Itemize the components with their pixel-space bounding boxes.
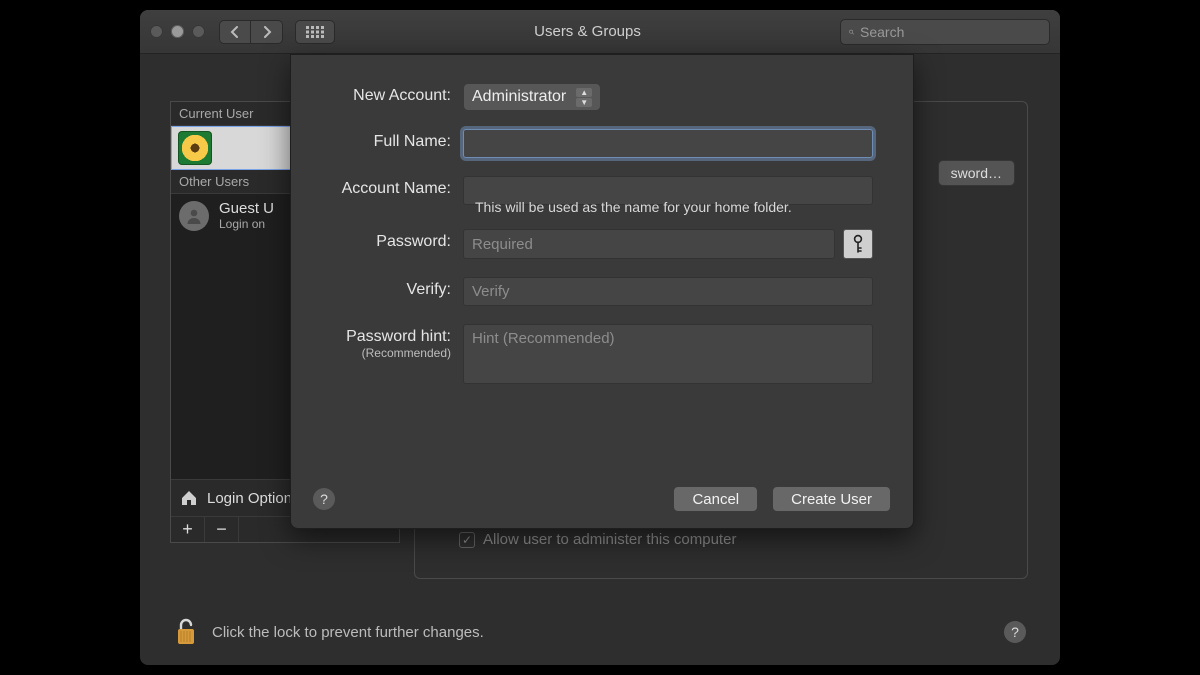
window-title: Users & Groups <box>343 23 832 40</box>
preferences-window: Users & Groups sword… ✓ Allow user to ad… <box>140 10 1060 665</box>
new-account-sheet: New Account: Administrator ▲▼ Full Name: <box>290 54 914 529</box>
back-button[interactable] <box>219 20 251 44</box>
show-all-button[interactable] <box>295 20 335 44</box>
key-icon <box>851 234 865 254</box>
minimize-window-button[interactable] <box>171 25 184 38</box>
remove-user-button[interactable]: − <box>205 517 239 542</box>
close-window-button[interactable] <box>150 25 163 38</box>
verify-label: Verify: <box>313 277 463 299</box>
verify-input[interactable] <box>463 277 873 306</box>
admin-checkbox[interactable]: ✓ <box>459 532 475 548</box>
window-controls <box>150 25 205 38</box>
lock-icon[interactable] <box>174 617 198 647</box>
change-password-button[interactable]: sword… <box>938 160 1015 186</box>
user-avatar-icon <box>178 131 212 165</box>
titlebar: Users & Groups <box>140 10 1060 54</box>
full-name-label: Full Name: <box>313 129 463 151</box>
account-type-value: Administrator <box>472 88 566 106</box>
create-user-button[interactable]: Create User <box>772 486 891 512</box>
chevron-right-icon <box>262 26 272 38</box>
admin-checkbox-label: Allow user to administer this computer <box>483 531 736 548</box>
chevron-left-icon <box>230 26 240 38</box>
search-input[interactable] <box>860 24 1041 40</box>
add-user-button[interactable]: + <box>171 517 205 542</box>
grid-icon <box>306 26 324 38</box>
help-button[interactable]: ? <box>1004 621 1026 643</box>
cancel-button[interactable]: Cancel <box>673 486 758 512</box>
new-account-label: New Account: <box>313 83 463 105</box>
lock-text: Click the lock to prevent further change… <box>212 624 484 641</box>
hint-label: Password hint: (Recommended) <box>313 324 463 360</box>
search-field-wrap[interactable] <box>840 19 1050 45</box>
lock-footer: Click the lock to prevent further change… <box>174 617 1026 647</box>
guest-user-sub: Login on <box>219 217 274 231</box>
password-assistant-button[interactable] <box>843 229 873 259</box>
guest-user-text: Guest U Login on <box>219 200 274 231</box>
home-icon <box>179 488 199 508</box>
sheet-help-button[interactable]: ? <box>313 488 335 510</box>
select-stepper-icon: ▲▼ <box>576 88 592 107</box>
nav-buttons <box>219 20 283 44</box>
password-label: Password: <box>313 229 463 251</box>
account-name-label: Account Name: <box>313 176 463 198</box>
search-icon <box>849 25 854 39</box>
admin-checkbox-row: ✓ Allow user to administer this computer <box>459 531 736 548</box>
guest-user-name: Guest U <box>219 200 274 217</box>
forward-button[interactable] <box>251 20 283 44</box>
hint-sublabel: (Recommended) <box>313 346 451 360</box>
password-input[interactable] <box>463 229 835 259</box>
sheet-footer: ? Cancel Create User <box>313 486 891 512</box>
full-name-input[interactable] <box>463 129 873 158</box>
login-options-label: Login Options <box>207 490 300 507</box>
zoom-window-button[interactable] <box>192 25 205 38</box>
account-type-select[interactable]: Administrator ▲▼ <box>463 83 601 111</box>
hint-input[interactable] <box>463 324 873 384</box>
guest-avatar-icon <box>179 201 209 231</box>
